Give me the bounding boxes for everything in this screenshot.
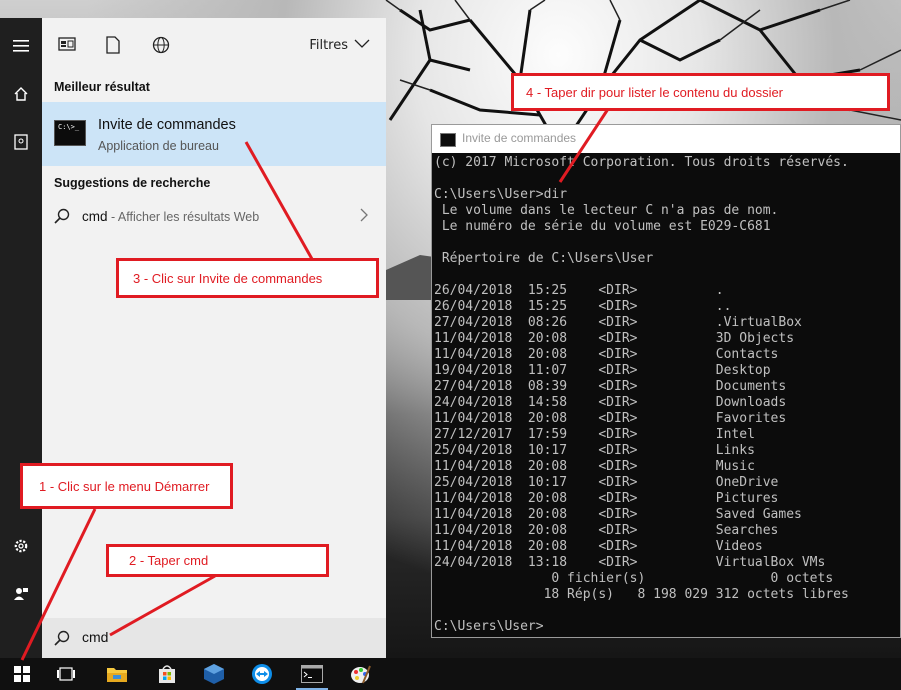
console-line: 27/04/2018 08:26 <DIR> .VirtualBox bbox=[434, 315, 802, 330]
console-line: 11/04/2018 20:08 <DIR> Videos bbox=[434, 539, 763, 554]
taskbar bbox=[0, 658, 901, 690]
annotation-step-2: 2 - Taper cmd bbox=[106, 544, 329, 577]
store-icon[interactable] bbox=[145, 658, 189, 690]
console-line: 11/04/2018 20:08 <DIR> Pictures bbox=[434, 491, 779, 506]
search-filter-toolbar: Filtres bbox=[42, 18, 386, 72]
search-input-value: cmd bbox=[82, 629, 109, 645]
suggestion-hint: - Afficher les résultats Web bbox=[107, 210, 260, 224]
search-icon bbox=[54, 630, 70, 646]
search-input[interactable]: cmd bbox=[42, 618, 386, 658]
console-line: 25/04/2018 10:17 <DIR> OneDrive bbox=[434, 475, 779, 490]
web-globe-icon[interactable] bbox=[152, 36, 172, 56]
best-match-title: Invite de commandes bbox=[98, 117, 236, 133]
start-menu-sidebar bbox=[0, 18, 42, 658]
contact-card-icon[interactable] bbox=[0, 122, 42, 162]
console-output[interactable]: (c) 2017 Microsoft Corporation. Tous dro… bbox=[434, 155, 900, 637]
window-title: Invite de commandes bbox=[462, 131, 577, 145]
user-feedback-icon[interactable] bbox=[0, 574, 42, 614]
best-match-heading: Meilleur résultat bbox=[54, 80, 150, 94]
window-title-bar[interactable]: Invite de commandes bbox=[432, 125, 900, 153]
home-icon[interactable] bbox=[0, 74, 42, 114]
virtualbox-icon[interactable] bbox=[192, 658, 236, 690]
console-line: 11/04/2018 20:08 <DIR> Music bbox=[434, 459, 755, 474]
console-line: (c) 2017 Microsoft Corporation. Tous dro… bbox=[434, 155, 849, 170]
console-line: 18 Rép(s) 8 198 029 312 octets libres bbox=[434, 587, 849, 602]
best-match-item[interactable]: C:\>_ Invite de commandes Application de… bbox=[42, 102, 386, 166]
annotation-step-3: 3 - Clic sur Invite de commandes bbox=[116, 258, 379, 298]
console-line: 24/04/2018 14:58 <DIR> Downloads bbox=[434, 395, 787, 410]
console-line: 11/04/2018 20:08 <DIR> 3D Objects bbox=[434, 331, 795, 346]
console-line: 25/04/2018 10:17 <DIR> Links bbox=[434, 443, 755, 458]
best-match-subtitle: Application de bureau bbox=[98, 139, 219, 153]
console-line: 24/04/2018 13:18 <DIR> VirtualBox VMs bbox=[434, 555, 826, 570]
file-explorer-icon[interactable] bbox=[95, 658, 139, 690]
teamviewer-icon[interactable] bbox=[240, 658, 284, 690]
paint-icon[interactable] bbox=[338, 658, 382, 690]
console-line: 11/04/2018 20:08 <DIR> Favorites bbox=[434, 411, 787, 426]
settings-gear-icon[interactable] bbox=[0, 526, 42, 566]
filters-label: Filtres bbox=[309, 38, 348, 53]
web-suggestion-item[interactable]: cmd - Afficher les résultats Web bbox=[42, 198, 386, 236]
console-line: 11/04/2018 20:08 <DIR> Contacts bbox=[434, 347, 779, 362]
annotation-step-1: 1 - Clic sur le menu Démarrer bbox=[20, 463, 233, 509]
task-view-icon[interactable] bbox=[44, 658, 88, 690]
command-prompt-icon: C:\>_ bbox=[54, 120, 86, 146]
console-line: 26/04/2018 15:25 <DIR> . bbox=[434, 283, 724, 298]
console-line: 11/04/2018 20:08 <DIR> Saved Games bbox=[434, 507, 802, 522]
filters-dropdown[interactable]: Filtres bbox=[309, 38, 370, 53]
console-line: 0 fichier(s) 0 octets bbox=[434, 571, 834, 586]
console-line: C:\Users\User>dir bbox=[434, 187, 568, 202]
windows-start-icon[interactable] bbox=[0, 658, 44, 690]
hamburger-icon[interactable] bbox=[0, 26, 42, 66]
chevron-down-icon bbox=[354, 38, 370, 53]
cmd-window-icon bbox=[440, 133, 456, 147]
console-line: C:\Users\User> bbox=[434, 619, 544, 634]
command-prompt-window[interactable]: Invite de commandes (c) 2017 Microsoft C… bbox=[431, 124, 901, 638]
suggestion-term: cmd bbox=[82, 209, 108, 224]
console-line: 19/04/2018 11:07 <DIR> Desktop bbox=[434, 363, 771, 378]
console-line: Le numéro de série du volume est E029-C6… bbox=[434, 219, 771, 234]
search-suggestions-heading: Suggestions de recherche bbox=[54, 176, 211, 190]
console-line: Le volume dans le lecteur C n'a pas de n… bbox=[434, 203, 779, 218]
console-line: 26/04/2018 15:25 <DIR> .. bbox=[434, 299, 732, 314]
search-icon bbox=[54, 208, 70, 224]
cmd-icon[interactable] bbox=[290, 658, 334, 690]
annotation-step-4: 4 - Taper dir pour lister le contenu du … bbox=[511, 73, 890, 111]
documents-icon[interactable] bbox=[106, 36, 126, 56]
apps-icon[interactable] bbox=[58, 36, 78, 56]
console-line: 11/04/2018 20:08 <DIR> Searches bbox=[434, 523, 779, 538]
console-line: 27/04/2018 08:39 <DIR> Documents bbox=[434, 379, 787, 394]
console-line: 27/12/2017 17:59 <DIR> Intel bbox=[434, 427, 755, 442]
console-line: Répertoire de C:\Users\User bbox=[434, 251, 654, 266]
chevron-right-icon[interactable] bbox=[360, 208, 368, 226]
